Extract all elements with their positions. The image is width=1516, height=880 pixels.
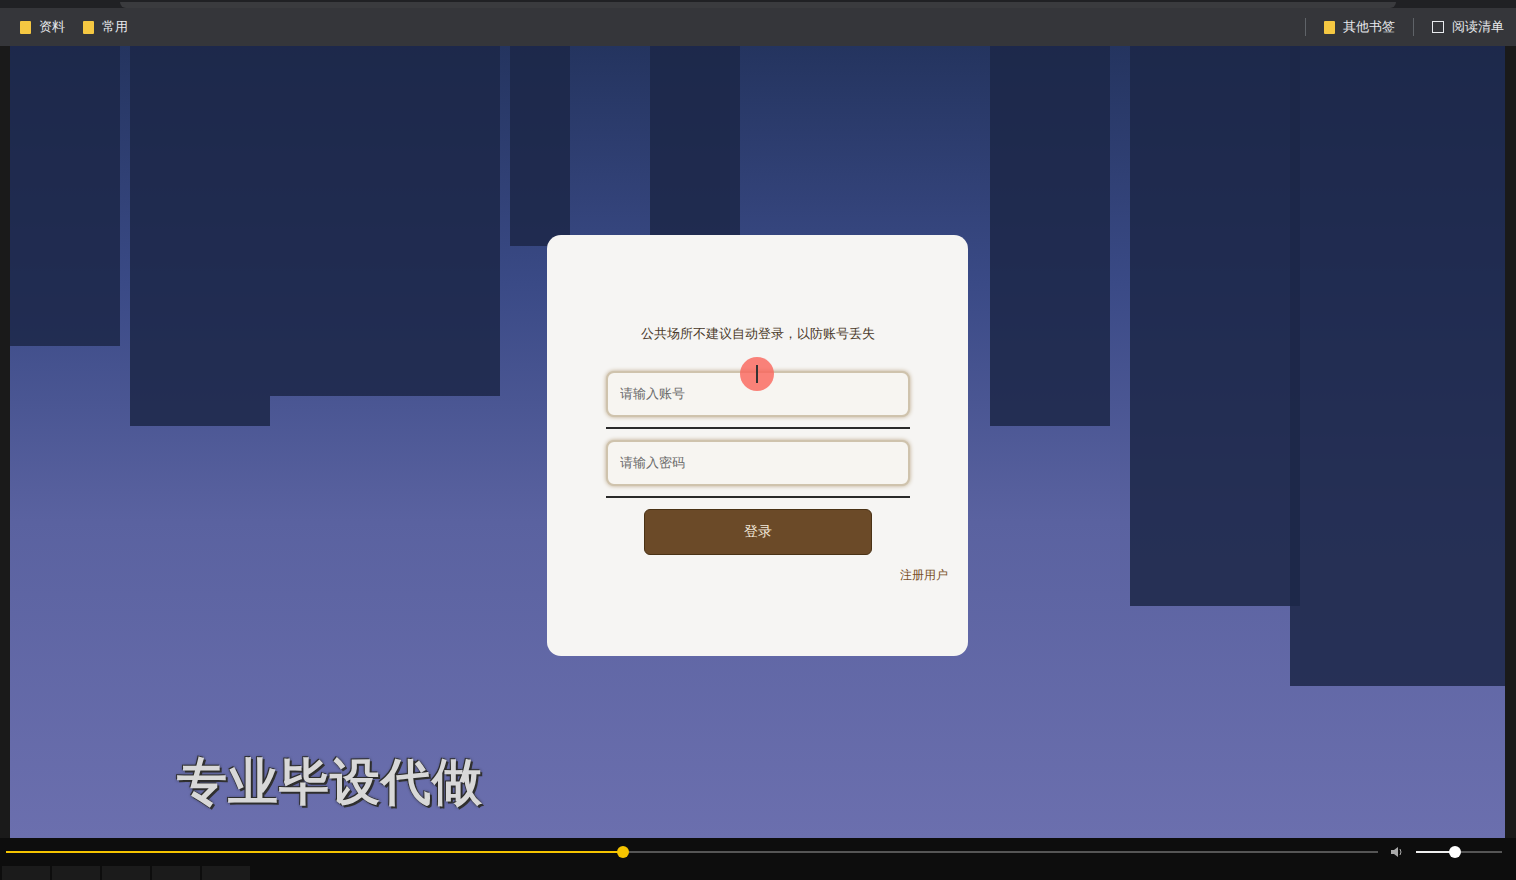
bookmark-folder[interactable]: 资料 (20, 18, 65, 36)
control-slot (102, 866, 150, 880)
bookmarks-left: 资料 常用 (20, 18, 128, 36)
bookmark-label: 其他书签 (1343, 18, 1395, 36)
progress-bar[interactable] (6, 851, 1378, 853)
background-building (130, 46, 270, 426)
bookmark-item[interactable]: 阅读清单 (1432, 18, 1504, 36)
field-underline (606, 427, 910, 429)
login-button[interactable]: 登录 (644, 509, 872, 555)
frame-right (1505, 46, 1516, 838)
control-slot (202, 866, 250, 880)
background-building (1290, 46, 1505, 686)
login-field (606, 440, 910, 498)
address-area (0, 0, 1516, 8)
viewport: 公共场所不建议自动登录，以防账号丢失登录注册用户专业毕设代做 (0, 46, 1516, 838)
volume-icon[interactable] (1390, 846, 1404, 858)
bookmark-label: 资料 (39, 18, 65, 36)
frame-left (0, 46, 10, 838)
bookmarks-right: 其他书签 阅读清单 (1305, 18, 1504, 36)
folder-icon (20, 21, 31, 34)
background-building (510, 46, 570, 246)
background-building (1130, 46, 1300, 606)
login-card: 公共场所不建议自动登录，以防账号丢失登录注册用户 (547, 235, 968, 656)
separator (1305, 18, 1306, 36)
control-slot (2, 866, 50, 880)
video-player-controls (0, 838, 1516, 880)
register-link[interactable]: 注册用户 (900, 567, 948, 584)
cursor-highlight-icon (740, 357, 774, 391)
progress-bar-knob[interactable] (617, 846, 629, 858)
background-building (10, 46, 120, 346)
login-notice: 公共场所不建议自动登录，以防账号丢失 (641, 325, 875, 343)
player-row (0, 838, 1516, 866)
bookmark-folder[interactable]: 常用 (83, 18, 128, 36)
folder-icon (1324, 21, 1335, 34)
volume-slider-knob[interactable] (1449, 846, 1461, 858)
text-cursor-icon (756, 365, 758, 383)
field-underline (606, 496, 910, 498)
folder-icon (83, 21, 94, 34)
password-input[interactable] (606, 440, 910, 486)
control-slot (152, 866, 200, 880)
volume-slider[interactable] (1416, 851, 1502, 853)
background-building (270, 46, 500, 396)
bookmark-label: 常用 (102, 18, 128, 36)
separator (1413, 18, 1414, 36)
control-slot (52, 866, 100, 880)
watermark: 专业毕设代做 (177, 749, 483, 816)
background-building (990, 46, 1110, 426)
progress-bar-fill (6, 851, 623, 853)
bookmark-label: 阅读清单 (1452, 18, 1504, 36)
bookmarks-bar: 资料 常用 其他书签 阅读清单 (0, 8, 1516, 46)
bookmark-item[interactable]: 其他书签 (1324, 18, 1395, 36)
reading-list-icon (1432, 21, 1444, 33)
login-page: 公共场所不建议自动登录，以防账号丢失登录注册用户专业毕设代做 (10, 46, 1505, 838)
player-bottom (0, 866, 1516, 880)
